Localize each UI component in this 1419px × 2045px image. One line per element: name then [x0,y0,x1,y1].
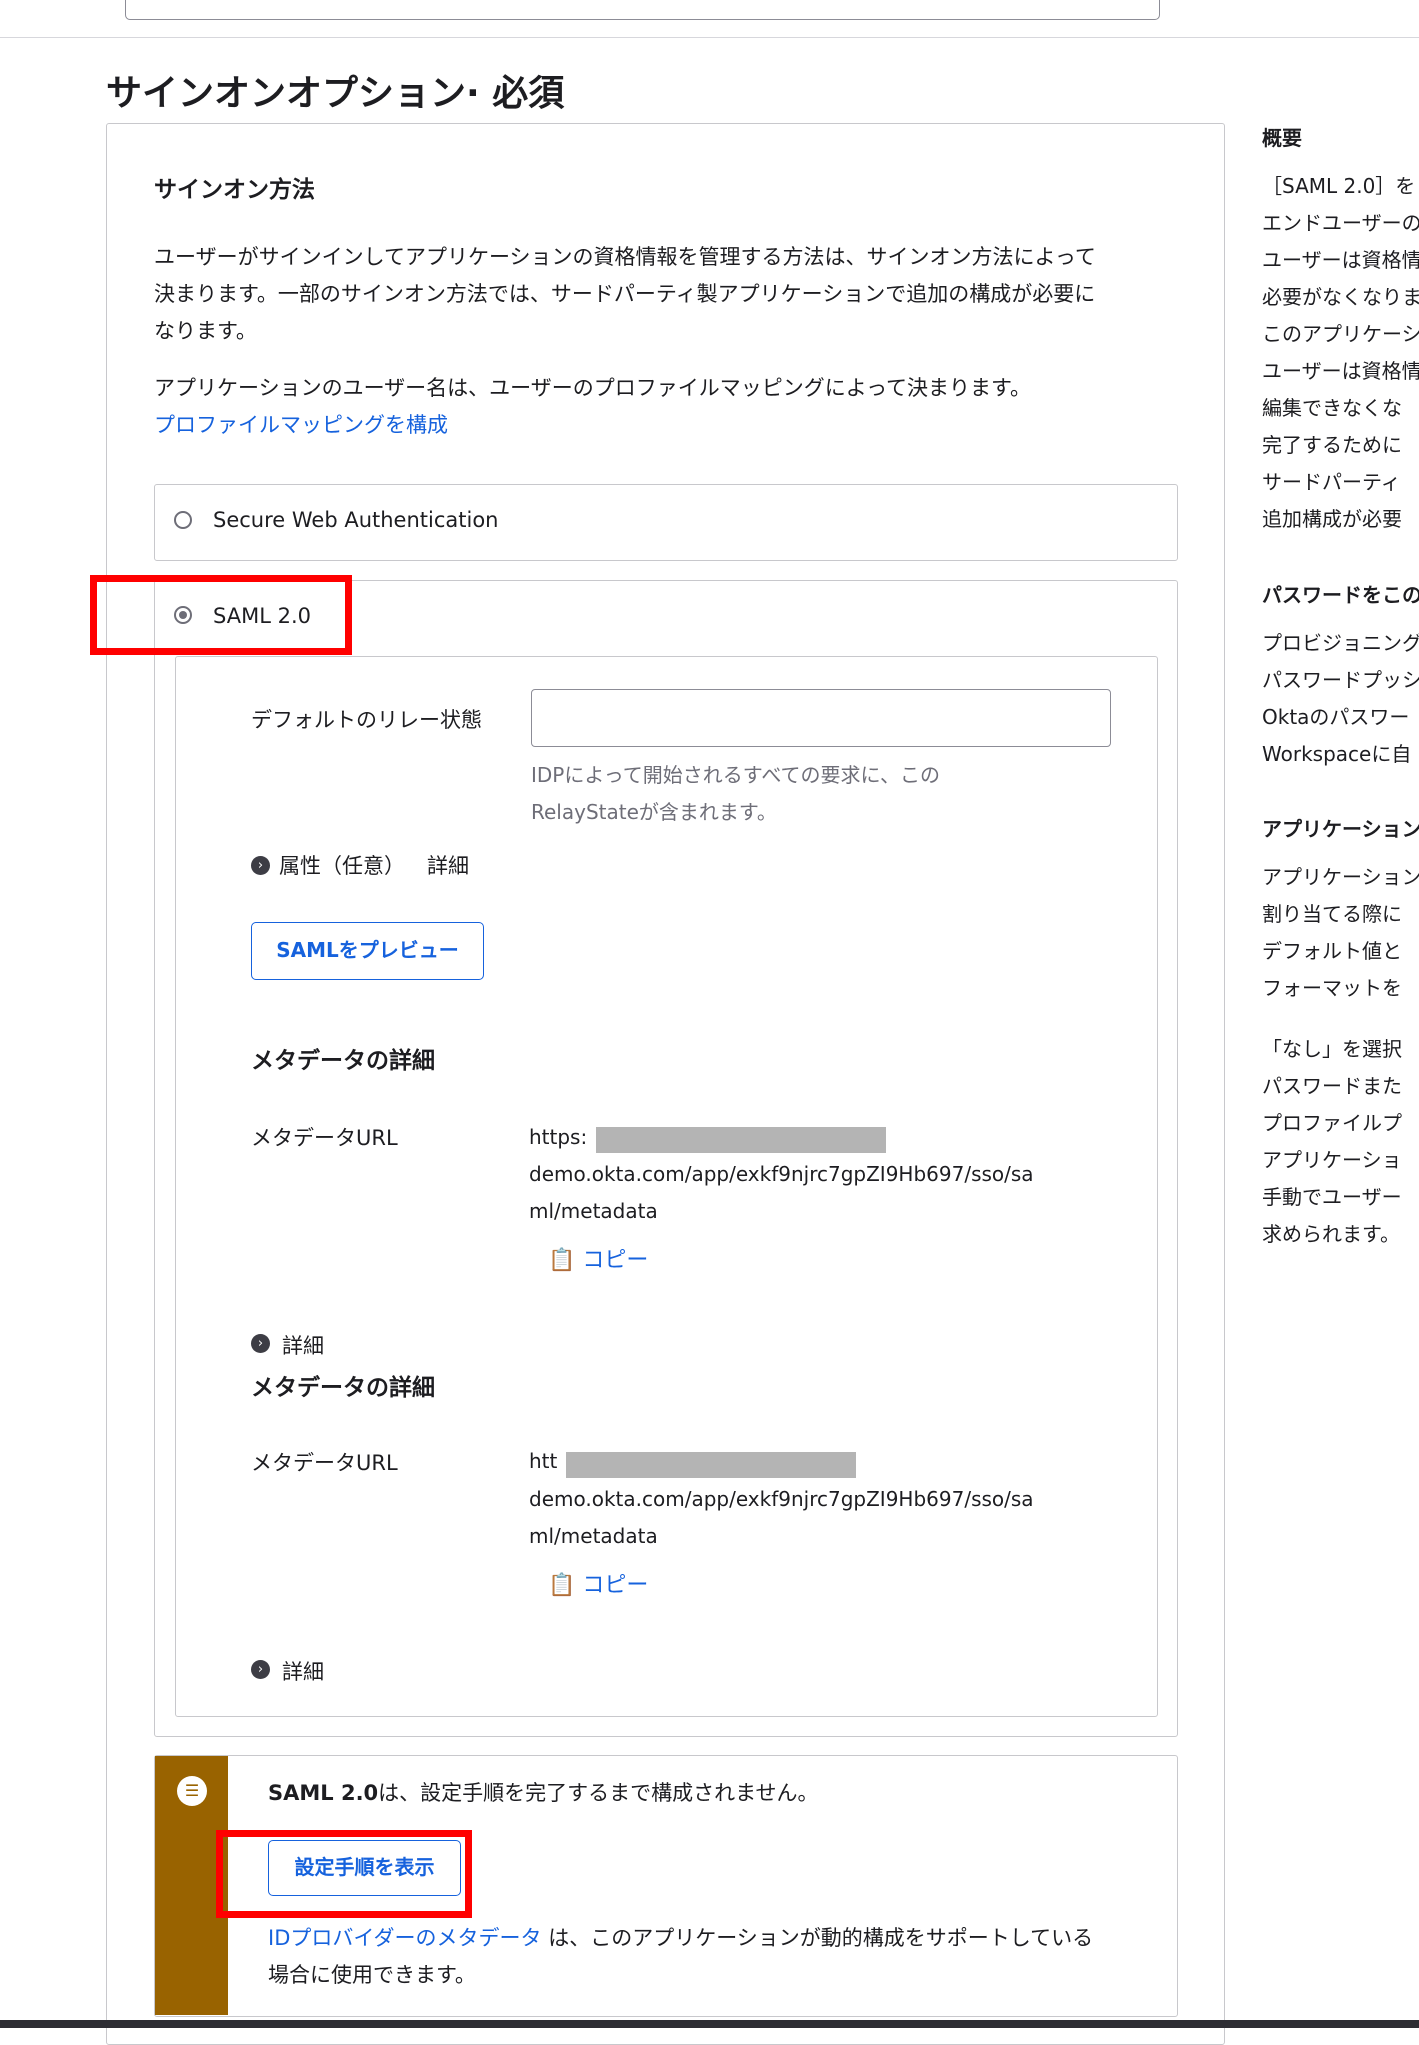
username-note: アプリケーションのユーザー名は、ユーザーのプロファイルマッピングによって決まりま… [154,376,1031,400]
clipboard-icon: 📋 [548,1248,576,1273]
metadata-url-line: demo.okta.com/app/exkf9njrc7gpZI9Hb697/s… [529,1487,1034,1511]
help-app-heading: アプリケーション [1262,817,1419,841]
callout-message-bold: SAML 2.0 [268,1781,379,1805]
list-icon: ☰ [177,1776,207,1806]
relay-state-hint: IDPによって開始されるすべての要求に、この RelayStateが含まれます。 [531,757,1091,831]
help-overview-heading: 概要 [1262,126,1302,150]
help-none-text: 「なし」を選択 パスワードまた プロファイルプ アプリケーショ 手動でユーザー … [1262,1031,1402,1253]
hint-line: RelayStateが含まれます。 [531,800,777,824]
metadata-url-prefix: https: [529,1125,588,1149]
bottom-edge-bar [0,2020,1419,2028]
description-line: 決まります。一部のサインオン方法では、サードパーティ製アプリケーションで追加の構… [154,282,1096,306]
help-line: 求められます。 [1262,1222,1400,1246]
clipboard-icon: 📋 [548,1573,576,1598]
chevron-right-icon[interactable]: › [251,856,270,875]
help-line: フォーマットを [1262,976,1402,1000]
copy-metadata-url-button[interactable]: 📋 コピー [548,1567,648,1599]
help-line: パスワードプッシ [1262,668,1419,692]
copy-metadata-url-button[interactable]: 📋 コピー [548,1242,648,1274]
profile-mapping-link[interactable]: プロファイルマッピングを構成 [154,407,448,444]
help-line: プロファイルプ [1262,1111,1402,1135]
metadata-url-prefix: htt [529,1449,558,1473]
help-line: 完了するために [1262,433,1402,457]
idp-metadata-link[interactable]: IDプロバイダーのメタデータ [268,1926,542,1950]
description-line: ユーザーがサインインしてアプリケーションの資格情報を管理する方法は、サインオン方… [154,245,1096,269]
radio-swa[interactable] [174,511,192,529]
metadata-url-line: ml/metadata [529,1199,658,1223]
help-overview-text: ［SAML 2.0］を エンドユーザーの ユーザーは資格情 必要がなくなりま こ… [1262,168,1419,538]
chevron-right-icon[interactable]: › [251,1660,270,1679]
preview-saml-button[interactable]: SAMLをプレビュー [251,922,484,980]
hint-line: IDPによって開始されるすべての要求に、この [531,763,940,787]
metadata-url-line: ml/metadata [529,1524,658,1548]
help-line: ［SAML 2.0］を [1262,174,1416,198]
help-line: ユーザーは資格情 [1262,359,1419,383]
relay-state-input[interactable] [531,689,1111,747]
chevron-right-icon[interactable]: › [251,1334,270,1353]
description-line: なります。 [154,319,257,343]
metadata-details-toggle[interactable]: 詳細 [282,1656,324,1686]
idp-note-text: は、このアプリケーションが動的構成をサポートしている [541,1926,1094,1950]
help-line: アプリケーショ [1262,1148,1402,1172]
metadata-details-toggle[interactable]: 詳細 [282,1330,324,1360]
idp-metadata-note: IDプロバイダーのメタデータ は、このアプリケーションが動的構成をサポートしてい… [268,1920,1093,1957]
highlight-saml-option [90,575,352,655]
page-title: サインオンオプション· 必須 [106,73,565,114]
metadata-url-line: demo.okta.com/app/exkf9njrc7gpZI9Hb697/s… [529,1162,1034,1186]
copy-label: コピー [582,1573,649,1598]
help-line: 手動でユーザー [1262,1185,1402,1209]
metadata-url-label: メタデータURL [251,1126,398,1150]
help-line: Workspaceに自 [1262,742,1412,766]
callout-message-text: は、設定手順を完了するまで構成されません。 [378,1781,819,1805]
highlight-setup-button [216,1830,472,1918]
help-line: アプリケーション [1262,865,1419,889]
help-panel: 概要 ［SAML 2.0］を エンドユーザーの ユーザーは資格情 必要がなくなり… [1262,118,1419,1268]
metadata-heading: メタデータの詳細 [251,1048,435,1074]
option-swa-label: Secure Web Authentication [213,508,499,532]
callout-message: SAML 2.0は、設定手順を完了するまで構成されません。 [268,1775,819,1812]
help-line: このアプリケーシ [1262,322,1419,346]
help-line: サードパーティ [1262,470,1401,494]
relay-state-label: デフォルトのリレー状態 [251,708,482,732]
redacted-url-segment [566,1452,856,1478]
signon-description: ユーザーがサインインしてアプリケーションの資格情報を管理する方法は、サインオン方… [154,239,1164,350]
help-line: 必要がなくなりま [1262,285,1419,309]
help-line: エンドユーザーの [1262,211,1419,235]
help-password-text: プロビジョニング パスワードプッシ Oktaのパスワー Workspaceに自 [1262,625,1419,773]
signon-method-heading: サインオン方法 [154,177,315,203]
help-line: デフォルト値と [1262,939,1402,963]
help-line: ユーザーは資格情 [1262,248,1419,272]
redacted-url-segment [596,1127,886,1153]
search-input[interactable] [125,0,1160,20]
help-line: 追加構成が必要 [1262,507,1402,531]
metadata-url-label: メタデータURL [251,1451,398,1475]
attributes-details-link[interactable]: 詳細 [427,850,469,880]
help-line: 編集できなくな [1262,396,1402,420]
help-line: Oktaのパスワー [1262,705,1410,729]
header-divider [0,37,1419,38]
help-line: 割り当てる際に [1262,902,1402,926]
help-line: パスワードまた [1262,1074,1402,1098]
help-line: プロビジョニング [1262,631,1419,655]
attributes-toggle[interactable]: 属性（任意） [279,850,405,880]
help-password-heading: パスワードをこの [1262,583,1419,607]
help-app-text: アプリケーション 割り当てる際に デフォルト値と フォーマットを [1262,859,1419,1007]
idp-note-text-line2: 場合に使用できます。 [268,1963,476,1987]
metadata-heading: メタデータの詳細 [251,1375,435,1401]
copy-label: コピー [582,1248,649,1273]
help-line: 「なし」を選択 [1262,1037,1402,1061]
